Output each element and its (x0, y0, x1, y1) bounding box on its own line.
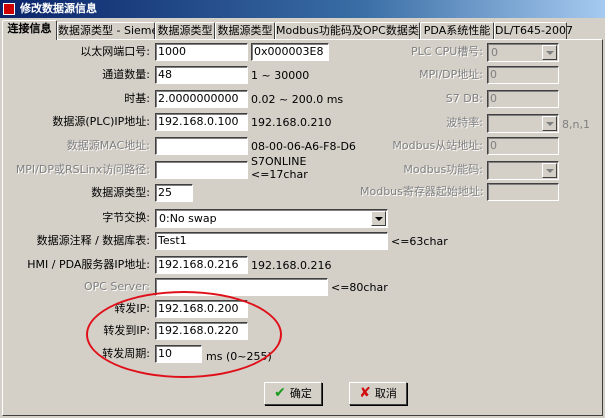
ok-label: 确定 (289, 387, 312, 400)
tab-modbus-opc[interactable]: Modbus功能码及OPC数据类型 (275, 22, 430, 39)
chevron-down-icon[interactable] (542, 45, 557, 60)
tab-dlt645[interactable]: DL/T645-2007 (494, 22, 573, 39)
modbus-slave-label: Modbus从站地址: (392, 139, 483, 152)
eth-port-label: 以太网端口号: (80, 45, 150, 58)
channels-label: 通道数量: (102, 68, 150, 81)
byte-swap-select[interactable]: 0:No swap (155, 209, 388, 228)
baud-select[interactable] (487, 114, 559, 133)
chevron-down-icon[interactable] (542, 116, 557, 131)
opc-server-label: OPC Server: (83, 280, 150, 293)
modbus-slave-input[interactable]: 0 (487, 137, 559, 155)
ok-button[interactable]: ✔ 确定 (264, 382, 322, 405)
modbus-reg-label: Modbus寄存器起始地址: (360, 185, 484, 198)
s7db-input[interactable]: 0 (487, 90, 559, 108)
mac-label: 数据源MAC地址: (66, 139, 150, 152)
title-bar: 修改数据源信息 (0, 0, 605, 18)
baud-label: 波特率: (446, 116, 483, 129)
ds-type-label: 数据源类型: (91, 186, 150, 199)
modbus-func-select[interactable] (487, 161, 559, 180)
hmi-ip-hint: 192.168.0.216 (251, 259, 332, 272)
tab-source-type-2[interactable]: 数据源类型 (155, 22, 215, 39)
fwd-period-label: 转发周期: (102, 347, 150, 360)
s7db-label: S7 DB: (445, 92, 483, 105)
mpi-addr-label: MPI/DP地址: (419, 68, 483, 81)
plc-ip-label: 数据源(PLC)IP地址: (52, 115, 150, 128)
cpu-slot-value: 0 (491, 46, 498, 59)
plc-ip-hint: 192.168.0.210 (251, 116, 332, 129)
opc-server-input[interactable] (155, 278, 328, 296)
cancel-button[interactable]: ✘ 取消 (349, 382, 407, 405)
mpi-path-hint: S7ONLINE (251, 155, 307, 168)
fwd-ip-label: 转发IP: (114, 302, 150, 315)
mpi-addr-input[interactable]: 0 (487, 66, 559, 84)
mpi-path-label: MPI/DP或RSLinx访问路径: (15, 163, 150, 176)
tab-source-type-3[interactable]: 数据源类型 (215, 22, 275, 39)
cancel-label: 取消 (374, 387, 397, 400)
tab-connection-info[interactable]: 连接信息 (2, 20, 57, 40)
mac-input[interactable] (155, 137, 248, 155)
tab-pda-performance[interactable]: PDA系统性能 (420, 22, 494, 39)
tab-source-type-siemens[interactable]: 数据源类型 - Siemens (57, 22, 171, 39)
channels-input[interactable]: 48 (155, 66, 248, 84)
timebase-hint: 0.02 ~ 200.0 ms (251, 93, 344, 106)
mac-hint: 08-00-06-A6-F8-D6 (251, 140, 356, 153)
modbus-func-label: Modbus功能码: (403, 163, 483, 176)
eth-port-input[interactable]: 1000 (155, 43, 248, 61)
hmi-ip-label: HMI / PDA服务器IP地址: (27, 258, 150, 271)
eth-port-hex-input[interactable]: 0x000003E8 (251, 43, 329, 61)
fwd-period-input[interactable]: 10 (155, 345, 202, 363)
comment-label: 数据源注释 / 数据库表: (36, 234, 150, 247)
chevron-down-icon[interactable] (371, 211, 386, 226)
modbus-reg-input[interactable] (487, 183, 559, 201)
window-title: 修改数据源信息 (20, 2, 97, 15)
byte-swap-value: 0:No swap (159, 212, 217, 225)
hmi-ip-input[interactable]: 192.168.0.216 (155, 256, 248, 274)
channels-hint: 1 ~ 30000 (251, 69, 310, 82)
cpu-slot-select[interactable]: 0 (487, 43, 559, 62)
timebase-input[interactable]: 2.0000000000 (155, 90, 248, 108)
opc-server-hint: <=80char (331, 281, 388, 294)
check-icon: ✔ (274, 385, 286, 401)
mpi-path-length-hint: <=17char (251, 168, 308, 181)
cross-icon: ✘ (359, 385, 371, 401)
ds-type-input[interactable]: 25 (155, 184, 193, 202)
baud-hint: 8,n,1 (562, 118, 590, 131)
fwd-to-ip-input[interactable]: 192.168.0.220 (155, 322, 248, 340)
plc-ip-input[interactable]: 192.168.0.100 (155, 113, 248, 131)
app-icon (3, 3, 15, 15)
cpu-slot-label: PLC CPU槽号: (410, 45, 483, 58)
chevron-down-icon[interactable] (542, 163, 557, 178)
comment-input[interactable]: Test1 (155, 232, 388, 250)
byte-swap-label: 字节交换: (102, 211, 150, 224)
mpi-path-input[interactable] (155, 161, 248, 179)
fwd-to-ip-label: 转发到IP: (103, 324, 150, 337)
fwd-period-hint: ms (0~255) (206, 350, 272, 363)
fwd-ip-input[interactable]: 192.168.0.200 (155, 300, 248, 318)
timebase-label: 时基: (124, 92, 150, 105)
comment-hint: <=63char (391, 235, 448, 248)
